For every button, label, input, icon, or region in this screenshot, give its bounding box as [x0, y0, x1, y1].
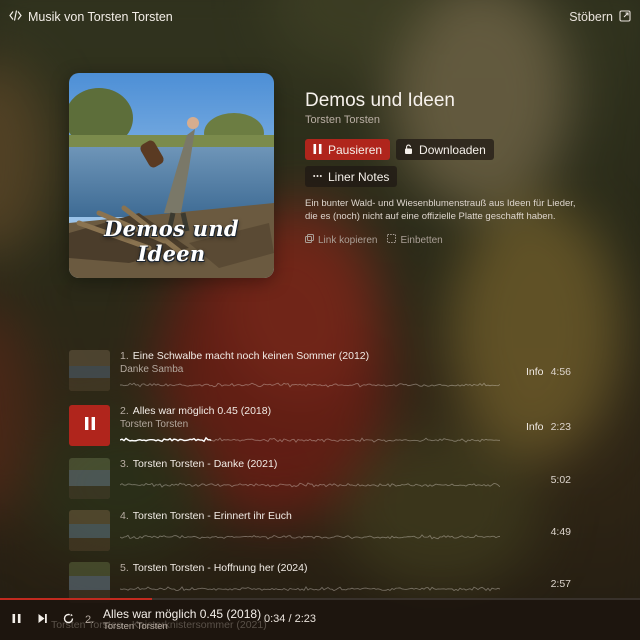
track-waveform[interactable]: [120, 582, 500, 596]
embed-icon: [387, 234, 397, 246]
download-label: Downloaden: [419, 142, 486, 157]
track-duration: 5:02: [550, 474, 571, 486]
embed-label: Einbetten: [400, 234, 443, 246]
loop-button[interactable]: [61, 613, 75, 627]
waveform-line: [120, 534, 500, 540]
album-cover: Demos und Ideen: [69, 73, 274, 278]
ellipsis-icon: [313, 170, 322, 184]
track-thumbnail[interactable]: [69, 562, 110, 603]
track-waveform[interactable]: [120, 378, 500, 392]
brand-link[interactable]: Musik von Torsten Torsten: [9, 10, 173, 24]
track-title[interactable]: 1. Eine Schwalbe macht noch keinen Sommer…: [120, 350, 369, 362]
liner-notes-button[interactable]: Liner Notes: [305, 166, 398, 187]
pause-icon: [84, 416, 96, 435]
track-title[interactable]: 4. Torsten Torsten - Erinnert ihr Euch: [120, 510, 292, 522]
track-artist: Torsten Torsten: [120, 419, 189, 430]
embed-button[interactable]: Einbetten: [387, 234, 443, 246]
track-duration: 4:56: [550, 366, 571, 378]
waveform-line: [120, 482, 500, 488]
track-row-3[interactable]: 3. Torsten Torsten - Danke (2021) 5:02: [69, 458, 589, 500]
pause-button[interactable]: Pausieren: [305, 139, 391, 160]
track-row-4[interactable]: 4. Torsten Torsten - Erinnert ihr Euch 4:…: [69, 510, 589, 552]
copy-link-label: Link kopieren: [318, 234, 378, 246]
play-pause-button[interactable]: [9, 613, 23, 627]
cover-title-text: Demos und Ideen: [104, 216, 239, 266]
track-thumbnail[interactable]: [69, 458, 110, 499]
track-row-2[interactable]: 2. Alles war möglich 0.45 (2018) Torsten …: [69, 405, 589, 447]
track-pause-button[interactable]: [69, 405, 110, 446]
release-title: Demos und Ideen: [305, 90, 455, 111]
pause-icon: [11, 611, 22, 629]
brand-name: Musik von Torsten Torsten: [28, 10, 173, 24]
waveform-line: [120, 586, 500, 592]
copy-link-button[interactable]: Link kopieren: [305, 234, 377, 246]
track-row-1[interactable]: 1. Eine Schwalbe macht noch keinen Sommer…: [69, 350, 589, 392]
download-button[interactable]: Downloaden: [396, 139, 494, 160]
player-track-title[interactable]: Alles war möglich 0.45 (2018): [103, 607, 261, 621]
track-info-link[interactable]: Info: [526, 421, 544, 433]
player-bar: Torsten Torsten - Knisterknistersommer (…: [0, 598, 640, 640]
player-track-artist: Torsten Torsten: [103, 621, 168, 632]
code-icon: [9, 10, 22, 24]
external-link-icon: [619, 9, 631, 25]
pause-icon: [313, 143, 322, 157]
player-track-number: 2.: [85, 614, 95, 626]
browse-label: Stöbern: [569, 10, 613, 24]
track-thumbnail[interactable]: [69, 350, 110, 391]
repeat-icon: [63, 611, 74, 629]
top-bar: Musik von Torsten Torsten Stöbern: [0, 0, 640, 34]
track-title[interactable]: 2. Alles war möglich 0.45 (2018): [120, 405, 271, 417]
track-waveform[interactable]: [120, 530, 500, 544]
release-artist[interactable]: Torsten Torsten: [305, 114, 590, 126]
release-info: Demos und Ideen Torsten Torsten Pausiere…: [305, 89, 590, 246]
track-duration: 2:57: [550, 578, 571, 590]
track-duration: 2:23: [550, 421, 571, 433]
next-button[interactable]: [35, 613, 49, 627]
pause-label: Pausieren: [328, 142, 383, 157]
copy-icon: [305, 234, 314, 246]
progress-fill: [0, 598, 153, 600]
track-title[interactable]: 5. Torsten Torsten - Hoffnung her (2024): [120, 562, 307, 574]
progress-bar[interactable]: [0, 598, 640, 600]
waveform-line: [120, 382, 500, 388]
track-waveform[interactable]: [120, 433, 500, 447]
release-description: Ein bunter Wald- und Wiesenblumenstrauß …: [305, 198, 576, 222]
track-thumbnail[interactable]: [69, 510, 110, 551]
track-title[interactable]: 3. Torsten Torsten - Danke (2021): [120, 458, 277, 470]
liner-notes-label: Liner Notes: [328, 169, 390, 184]
track-info-link[interactable]: Info: [526, 366, 544, 378]
lock-icon: [404, 143, 413, 157]
browse-link[interactable]: Stöbern: [569, 9, 631, 25]
skip-next-icon: [37, 611, 48, 629]
player-time: 0:34 / 2:23: [264, 613, 316, 625]
track-duration: 4:49: [550, 526, 571, 538]
track-artist: Danke Samba: [120, 364, 184, 375]
track-waveform[interactable]: [120, 478, 500, 492]
